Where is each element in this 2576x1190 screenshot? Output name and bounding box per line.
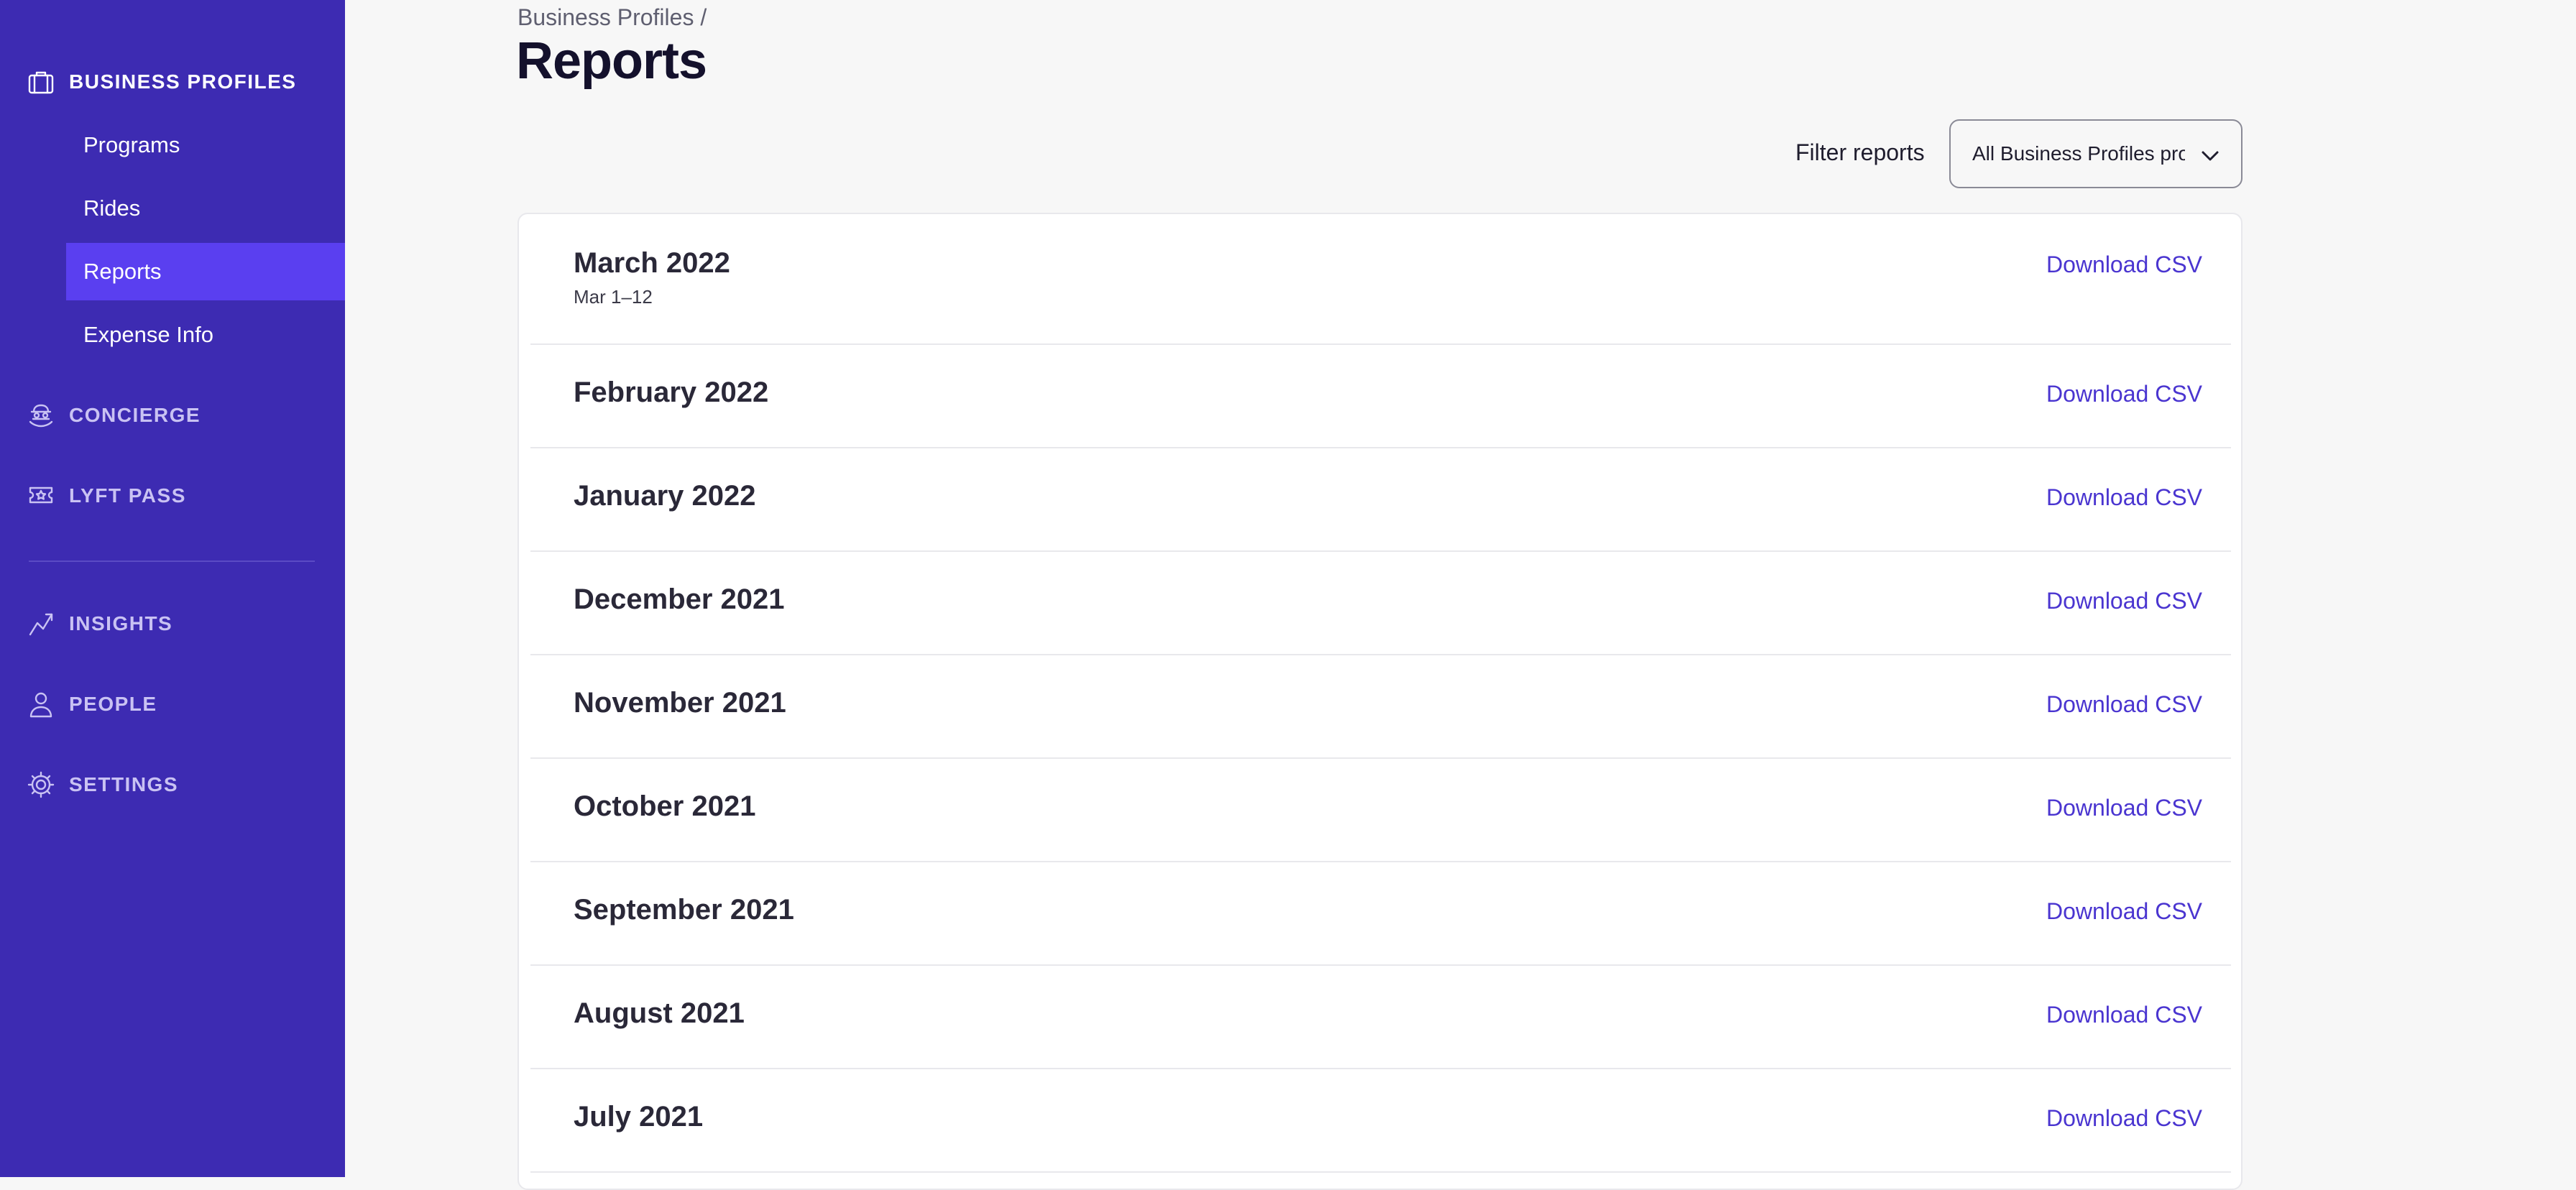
download-csv-link[interactable]: Download CSV [2046,381,2202,407]
report-row: March 2022 Mar 1–12 Download CSV [530,214,2231,345]
download-csv-link[interactable]: Download CSV [2046,1002,2202,1028]
nav-lyft-pass[interactable]: LYFT PASS [26,477,186,515]
report-row: November 2021 Download CSV [530,655,2231,759]
nav-concierge-label: CONCIERGE [69,404,201,426]
nav-people[interactable]: PEOPLE [26,686,157,723]
report-title: March 2022 [574,247,730,279]
download-csv-link[interactable]: Download CSV [2046,795,2202,821]
sidebar-item-label: Expense Info [83,322,213,347]
gear-icon [26,770,56,800]
person-icon [26,689,56,719]
nav-insights[interactable]: INSIGHTS [26,605,172,642]
download-csv-link[interactable]: Download CSV [2046,588,2202,614]
nav-insights-label: INSIGHTS [69,612,173,635]
sidebar-item-reports[interactable]: Reports [66,243,345,300]
report-title: November 2021 [574,687,786,719]
download-csv-link[interactable]: Download CSV [2046,484,2202,511]
sidebar-divider [29,561,315,562]
download-csv-link[interactable]: Download CSV [2046,898,2202,925]
report-title: February 2022 [574,377,769,408]
download-csv-link[interactable]: Download CSV [2046,1105,2202,1132]
sidebar: BUSINESS PROFILES Programs Rides Reports… [0,0,345,1177]
nav-business-profiles-label: BUSINESS PROFILES [69,70,297,93]
report-row: January 2022 Download CSV [530,448,2231,552]
download-csv-link[interactable]: Download CSV [2046,691,2202,718]
nav-people-label: PEOPLE [69,693,157,715]
report-title: October 2021 [574,790,756,822]
concierge-icon [26,400,56,430]
sidebar-item-label: Programs [83,132,180,157]
filter-dropdown[interactable]: All Business Profiles programs [1949,119,2242,188]
filter-label: Filter reports [1795,139,1925,165]
nav-concierge[interactable]: CONCIERGE [26,397,201,434]
nav-settings-label: SETTINGS [69,773,179,795]
report-title: December 2021 [574,584,785,615]
briefcase-icon [26,67,56,97]
nav-settings[interactable]: SETTINGS [26,766,178,803]
report-row: February 2022 Download CSV [530,345,2231,448]
report-title: July 2021 [574,1101,704,1133]
sidebar-item-label: Reports [83,259,162,284]
chevron-down-icon [2199,145,2221,167]
sidebar-item-programs[interactable]: Programs [66,116,345,174]
filter-selected-value: All Business Profiles programs [1972,142,2185,165]
report-title: January 2022 [574,480,756,512]
download-csv-link[interactable]: Download CSV [2046,252,2202,278]
report-title: September 2021 [574,894,794,926]
report-row: July 2021 Download CSV [530,1069,2231,1173]
sidebar-item-label: Rides [83,195,141,221]
breadcrumb[interactable]: Business Profiles / [518,4,707,31]
report-row: September 2021 Download CSV [530,862,2231,966]
sidebar-item-rides[interactable]: Rides [66,180,345,237]
report-row: October 2021 Download CSV [530,759,2231,862]
nav-lyft-pass-label: LYFT PASS [69,484,186,507]
pass-icon [26,481,56,511]
report-row: August 2021 Download CSV [530,966,2231,1069]
sidebar-item-expense-info[interactable]: Expense Info [66,306,345,364]
reports-list: March 2022 Mar 1–12 Download CSV Februar… [518,213,2242,1190]
page-title: Reports [516,32,707,90]
chart-trend-icon [26,609,56,639]
report-title: August 2021 [574,997,745,1029]
report-row: December 2021 Download CSV [530,552,2231,655]
nav-business-profiles[interactable]: BUSINESS PROFILES [26,63,296,101]
report-subtitle: Mar 1–12 [574,286,653,308]
